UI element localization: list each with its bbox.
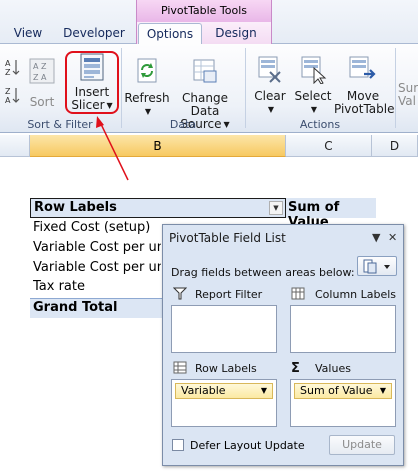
close-icon[interactable]: ✕ [388,231,397,244]
row-labels-area[interactable]: Variable ▼ [171,379,277,427]
defer-layout-checkbox[interactable] [172,439,184,451]
column-labels-area[interactable] [290,305,396,353]
sigma-icon: Σ [291,361,300,376]
row-labels-icon [173,361,187,374]
values-area[interactable]: Sum of Value ▼ [290,379,396,427]
chevron-down-icon[interactable]: ▼ [261,384,267,398]
row-labels-area-label: Row Labels [195,362,257,375]
report-filter-label: Report Filter [195,288,263,301]
field-list-title: PivotTable Field List [169,231,286,245]
value-field-chip[interactable]: Sum of Value ▼ [294,383,392,399]
column-labels-icon [291,287,305,300]
row-field-chip[interactable]: Variable ▼ [175,383,273,399]
layout-options-button[interactable] [357,256,397,276]
column-labels-label: Column Labels [315,288,397,301]
values-area-label: Values [315,362,351,375]
pane-options-dropdown-icon[interactable]: ▼ [372,231,380,244]
field-list-instruction: Drag fields between areas below: [171,266,355,279]
report-filter-area[interactable] [171,305,277,353]
defer-layout-label: Defer Layout Update [190,439,305,452]
update-button[interactable]: Update [329,435,395,455]
row-field-name: Variable [181,384,226,397]
filter-icon [173,287,187,300]
chevron-down-icon[interactable]: ▼ [380,384,386,398]
pivottable-field-list-pane: PivotTable Field List ▼ ✕ Drag fields be… [162,224,404,466]
value-field-name: Sum of Value [300,384,373,397]
field-layout-icon [363,259,390,274]
